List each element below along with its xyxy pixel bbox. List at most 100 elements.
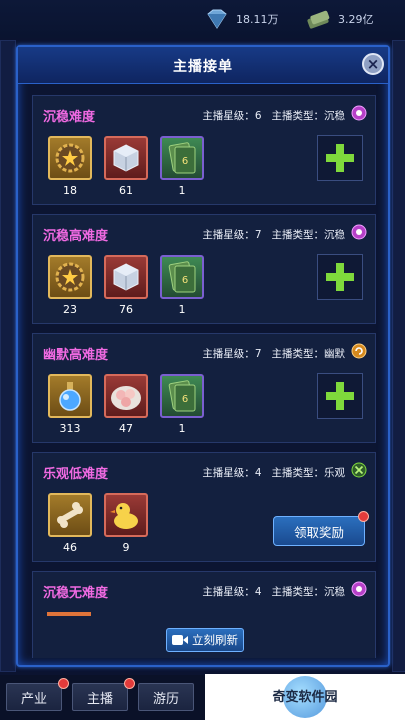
type-label: 主播类型：: [271, 467, 325, 479]
item-count: 313: [59, 422, 81, 435]
order-card: 乐观低难度 主播星级：4 主播类型：乐观 46 9 领取奖励: [32, 452, 376, 562]
item-slot: [48, 136, 92, 180]
order-meta: 主播星级：6 主播类型：沉稳: [202, 108, 345, 123]
accept-order-button[interactable]: [317, 373, 363, 419]
type-label: 主播类型：: [271, 586, 325, 598]
item-slot: 6: [160, 374, 204, 418]
item-slot: [104, 374, 148, 418]
star-value: 4: [254, 467, 262, 479]
type-value: 沉稳: [324, 229, 345, 241]
svg-text:6: 6: [182, 394, 188, 405]
type-value: 幽默: [324, 348, 345, 360]
refresh-label: 立刻刷新: [192, 633, 238, 647]
nav-label: 游历: [152, 691, 179, 707]
item[interactable]: 18: [47, 136, 93, 197]
star-level: 主播星级：4: [202, 465, 261, 480]
item[interactable]: 76: [103, 255, 149, 316]
nav-travel[interactable]: 游历: [138, 683, 194, 711]
green-cross-icon: [351, 462, 367, 478]
type-label: 主播类型：: [271, 229, 325, 241]
anchor-type: 主播类型：沉稳: [272, 108, 346, 123]
order-card: 沉稳高难度 主播星级：7 主播类型：沉稳 23 76 6 1: [32, 214, 376, 324]
order-list[interactable]: 沉稳难度 主播星级：6 主播类型：沉稳 18 61 6 1 沉稳高难度 主播星级…: [32, 95, 376, 658]
order-title: 乐观低难度: [43, 467, 109, 482]
item-count: 1: [178, 184, 186, 197]
potion-icon: [59, 382, 81, 411]
accept-order-button[interactable]: [317, 254, 363, 300]
item[interactable]: 61: [103, 136, 149, 197]
refresh-button[interactable]: 立刻刷新: [166, 628, 244, 652]
nav-industry[interactable]: 产业: [6, 683, 62, 711]
item-slot: [48, 255, 92, 299]
bone-icon: [57, 502, 83, 528]
diamond-resource: 18.11万: [204, 8, 279, 30]
background-panel-right: [392, 40, 405, 672]
item-count: 23: [63, 303, 77, 316]
notification-dot: [358, 511, 369, 522]
rubber-duck-icon: [110, 503, 138, 529]
ice-cube-icon: [113, 144, 139, 172]
item-count: 1: [178, 422, 186, 435]
order-title: 幽默高难度: [43, 348, 109, 363]
type-label: 主播类型：: [271, 348, 325, 360]
watermark: 奇变软件园: [205, 674, 405, 720]
orange-swirl-icon: [351, 343, 367, 359]
item-slot: 6: [160, 136, 204, 180]
order-title: 沉稳无难度: [43, 586, 109, 601]
notification-dot: [58, 678, 69, 689]
item-count: 18: [63, 184, 77, 197]
item-slot: 6: [160, 255, 204, 299]
card-icon: 6: [168, 261, 196, 293]
item-count: 76: [119, 303, 133, 316]
order-title: 沉稳高难度: [43, 229, 109, 244]
card-icon: 6: [168, 380, 196, 412]
reward-items: 18 61 6 1: [47, 136, 205, 197]
watermark-text: 奇变软件园: [272, 690, 338, 705]
video-camera-icon: [172, 635, 188, 645]
reward-items: 313 47 6 1: [47, 374, 205, 435]
item[interactable]: 47: [103, 374, 149, 435]
order-modal: 主播接单 × 沉稳难度 主播星级：6 主播类型：沉稳 18 61 6 1 沉稳高…: [16, 45, 390, 667]
notification-dot: [124, 678, 135, 689]
item[interactable]: 23: [47, 255, 93, 316]
plus-icon: [326, 263, 354, 291]
item-count: 46: [63, 541, 77, 554]
purple-gear-icon: [351, 224, 367, 240]
nav-anchor[interactable]: 主播: [72, 683, 128, 711]
item-slot: [48, 374, 92, 418]
reward-items: 46 9: [47, 493, 149, 554]
item-count: 1: [178, 303, 186, 316]
item[interactable]: 6 1: [159, 136, 205, 197]
star-label: 主播星级：: [202, 229, 255, 241]
star-level: 主播星级：7: [202, 346, 261, 361]
star-value: 7: [254, 229, 262, 241]
item-slot: [104, 493, 148, 537]
item[interactable]: 9: [103, 493, 149, 554]
order-meta: 主播星级：7 主播类型：幽默: [202, 346, 345, 361]
claim-reward-button[interactable]: 领取奖励: [273, 516, 365, 546]
background-panel-left: [0, 40, 16, 672]
order-card: 幽默高难度 主播星级：7 主播类型：幽默 313 47 6 1: [32, 333, 376, 443]
item[interactable]: 6 1: [159, 255, 205, 316]
star-value: 4: [254, 586, 262, 598]
accept-order-button[interactable]: [317, 135, 363, 181]
gear-medal-icon: [55, 143, 85, 173]
anchor-type: 主播类型：沉稳: [272, 584, 346, 599]
item-slot: [48, 493, 92, 537]
top-bar: 18.11万 3.29亿: [0, 0, 405, 38]
order-meta: 主播星级：7 主播类型：沉稳: [202, 227, 345, 242]
star-label: 主播星级：: [202, 110, 255, 122]
star-label: 主播星级：: [202, 586, 255, 598]
anchor-type: 主播类型：幽默: [272, 346, 346, 361]
modal-title: 主播接单: [173, 59, 233, 75]
type-value: 沉稳: [324, 586, 345, 598]
close-button[interactable]: ×: [362, 53, 384, 75]
item[interactable]: 46: [47, 493, 93, 554]
item[interactable]: 313: [47, 374, 93, 435]
order-card: 沉稳难度 主播星级：6 主播类型：沉稳 18 61 6 1: [32, 95, 376, 205]
star-level: 主播星级：7: [202, 227, 261, 242]
item[interactable]: 6 1: [159, 374, 205, 435]
type-value: 沉稳: [324, 110, 345, 122]
nav-label: 产业: [20, 691, 47, 707]
svg-text:6: 6: [182, 156, 188, 167]
